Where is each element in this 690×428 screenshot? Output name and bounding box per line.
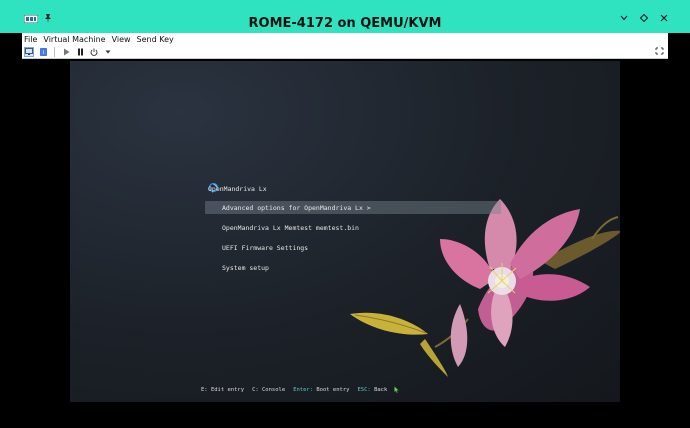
- toolbar-separator: [54, 46, 55, 57]
- boot-entry-uefi-settings[interactable]: UEFI Firmware Settings: [222, 244, 308, 252]
- power-menu-icon[interactable]: [103, 47, 113, 57]
- minimize-icon[interactable]: [620, 15, 628, 21]
- mouse-pointer-icon: [394, 386, 399, 393]
- pause-icon[interactable]: [75, 47, 85, 57]
- menu-view[interactable]: View: [112, 35, 131, 44]
- run-icon[interactable]: [61, 47, 71, 57]
- window-titlebar[interactable]: ROME-4172 on QEMU/KVM: [0, 0, 690, 33]
- boot-entry-advanced-options[interactable]: Advanced options for OpenMandriva Lx >: [222, 204, 371, 212]
- toolbar: i: [22, 45, 668, 59]
- guest-display[interactable]: OpenMandriva Lx Advanced options for Ope…: [70, 61, 620, 402]
- window-controls: [620, 14, 668, 22]
- hint-console: C: Console: [252, 387, 286, 393]
- fullscreen-icon[interactable]: [655, 47, 664, 57]
- console-icon[interactable]: [24, 46, 34, 57]
- details-icon[interactable]: i: [38, 47, 48, 57]
- close-icon[interactable]: [660, 14, 668, 22]
- hint-back: ESC: Back: [357, 387, 388, 393]
- maximize-icon[interactable]: [640, 14, 648, 22]
- menu-file[interactable]: File: [24, 35, 37, 44]
- menu-send-key[interactable]: Send Key: [137, 35, 174, 44]
- power-icon[interactable]: [89, 47, 99, 57]
- hint-boot: Enter: Boot entry: [293, 387, 350, 393]
- boot-entry-memtest[interactable]: OpenMandriva Lx Memtest memtest.bin: [222, 224, 359, 232]
- boot-hints: E: Edit entry C: Console Enter: Boot ent…: [201, 387, 387, 393]
- window-title: ROME-4172 on QEMU/KVM: [248, 16, 442, 31]
- menu-virtual-machine[interactable]: Virtual Machine: [43, 35, 105, 44]
- menu-bar: File Virtual Machine View Send Key: [22, 33, 668, 45]
- hint-edit: E: Edit entry: [201, 387, 245, 393]
- svg-text:i: i: [42, 50, 43, 56]
- boot-entry-openmandriva[interactable]: OpenMandriva Lx: [208, 185, 267, 193]
- boot-entry-system-setup[interactable]: System setup: [222, 264, 269, 272]
